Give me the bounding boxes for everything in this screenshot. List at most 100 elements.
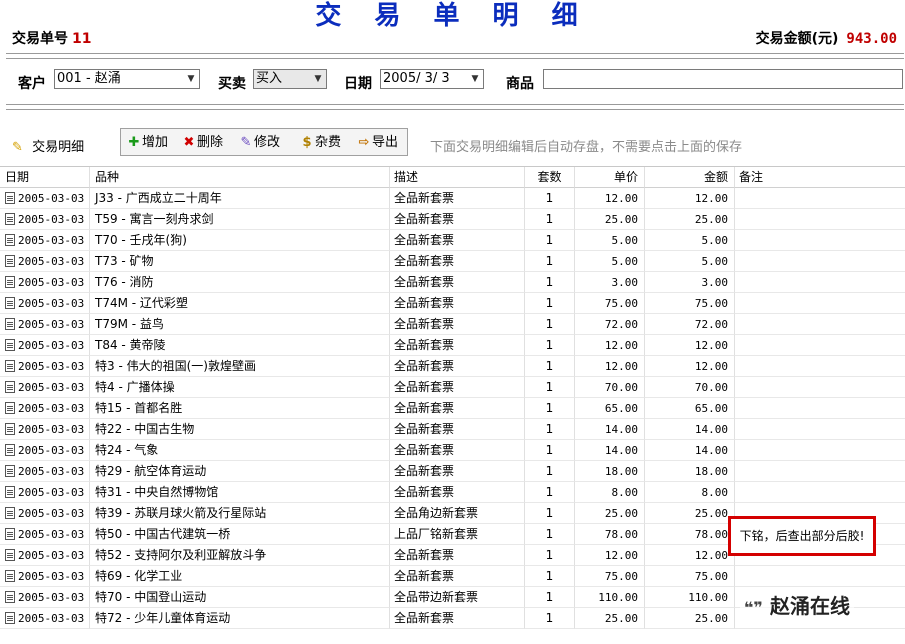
note-cell[interactable] bbox=[735, 398, 905, 419]
unit-price-cell[interactable]: 65.00 bbox=[575, 398, 645, 419]
amount-cell[interactable]: 110.00 bbox=[645, 587, 735, 608]
amount-cell[interactable]: 3.00 bbox=[645, 272, 735, 293]
column-header-amount[interactable]: 金额 bbox=[645, 167, 735, 188]
quantity-cell[interactable]: 1 bbox=[525, 461, 575, 482]
amount-cell[interactable]: 72.00 bbox=[645, 314, 735, 335]
unit-price-cell[interactable]: 12.00 bbox=[575, 335, 645, 356]
table-row[interactable]: 2005-03-03 特4 - 广播体操 全品新套票 1 70.00 70.00 bbox=[0, 377, 905, 398]
amount-cell[interactable]: 25.00 bbox=[645, 503, 735, 524]
unit-price-cell[interactable]: 8.00 bbox=[575, 482, 645, 503]
date-cell[interactable]: 2005-03-03 bbox=[0, 419, 90, 440]
table-row[interactable]: 2005-03-03 特31 - 中央自然博物馆 全品新套票 1 8.00 8.00 bbox=[0, 482, 905, 503]
date-cell[interactable]: 2005-03-03 bbox=[0, 461, 90, 482]
date-cell[interactable]: 2005-03-03 bbox=[0, 335, 90, 356]
description-cell[interactable]: 全品新套票 bbox=[390, 545, 525, 566]
variety-cell[interactable]: 特52 - 支持阿尔及利亚解放斗争 bbox=[90, 545, 390, 566]
amount-cell[interactable]: 5.00 bbox=[645, 230, 735, 251]
unit-price-cell[interactable]: 14.00 bbox=[575, 419, 645, 440]
column-header-quantity[interactable]: 套数 bbox=[525, 167, 575, 188]
quantity-cell[interactable]: 1 bbox=[525, 209, 575, 230]
date-cell[interactable]: 2005-03-03 bbox=[0, 293, 90, 314]
date-cell[interactable]: 2005-03-03 bbox=[0, 587, 90, 608]
unit-price-cell[interactable]: 75.00 bbox=[575, 566, 645, 587]
unit-price-cell[interactable]: 14.00 bbox=[575, 440, 645, 461]
variety-cell[interactable]: J33 - 广西成立二十周年 bbox=[90, 188, 390, 209]
date-cell[interactable]: 2005-03-03 bbox=[0, 482, 90, 503]
note-cell[interactable] bbox=[735, 293, 905, 314]
description-cell[interactable]: 全品新套票 bbox=[390, 272, 525, 293]
table-row[interactable]: 2005-03-03 T70 - 壬戌年(狗) 全品新套票 1 5.00 5.00 bbox=[0, 230, 905, 251]
note-cell[interactable] bbox=[735, 461, 905, 482]
quantity-cell[interactable]: 1 bbox=[525, 293, 575, 314]
note-cell[interactable] bbox=[735, 356, 905, 377]
note-cell[interactable] bbox=[735, 230, 905, 251]
variety-cell[interactable]: 特70 - 中国登山运动 bbox=[90, 587, 390, 608]
variety-cell[interactable]: T73 - 矿物 bbox=[90, 251, 390, 272]
date-cell[interactable]: 2005-03-03 bbox=[0, 398, 90, 419]
quantity-cell[interactable]: 1 bbox=[525, 335, 575, 356]
unit-price-cell[interactable]: 18.00 bbox=[575, 461, 645, 482]
amount-cell[interactable]: 14.00 bbox=[645, 440, 735, 461]
amount-cell[interactable]: 25.00 bbox=[645, 608, 735, 629]
description-cell[interactable]: 全品新套票 bbox=[390, 251, 525, 272]
table-row[interactable]: 2005-03-03 特24 - 气象 全品新套票 1 14.00 14.00 bbox=[0, 440, 905, 461]
column-header-variety[interactable]: 品种 bbox=[90, 167, 390, 188]
amount-cell[interactable]: 75.00 bbox=[645, 293, 735, 314]
note-cell[interactable] bbox=[735, 566, 905, 587]
description-cell[interactable]: 全品新套票 bbox=[390, 209, 525, 230]
misc-fee-button[interactable]: $ 杂费 bbox=[299, 134, 341, 152]
column-header-description[interactable]: 描述 bbox=[390, 167, 525, 188]
column-header-date[interactable]: 日期 bbox=[0, 167, 90, 188]
note-cell[interactable] bbox=[735, 377, 905, 398]
unit-price-cell[interactable]: 70.00 bbox=[575, 377, 645, 398]
quantity-cell[interactable]: 1 bbox=[525, 608, 575, 629]
quantity-cell[interactable]: 1 bbox=[525, 398, 575, 419]
variety-cell[interactable]: 特3 - 伟大的祖国(一)敦煌壁画 bbox=[90, 356, 390, 377]
amount-cell[interactable]: 75.00 bbox=[645, 566, 735, 587]
unit-price-cell[interactable]: 12.00 bbox=[575, 356, 645, 377]
date-cell[interactable]: 2005-03-03 bbox=[0, 545, 90, 566]
table-row[interactable]: 2005-03-03 T76 - 消防 全品新套票 1 3.00 3.00 bbox=[0, 272, 905, 293]
unit-price-cell[interactable]: 5.00 bbox=[575, 230, 645, 251]
table-row[interactable]: 2005-03-03 T73 - 矿物 全品新套票 1 5.00 5.00 bbox=[0, 251, 905, 272]
table-row[interactable]: 2005-03-03 T74M - 辽代彩塑 全品新套票 1 75.00 75.00 bbox=[0, 293, 905, 314]
quantity-cell[interactable]: 1 bbox=[525, 503, 575, 524]
description-cell[interactable]: 全品新套票 bbox=[390, 419, 525, 440]
variety-cell[interactable]: 特22 - 中国古生物 bbox=[90, 419, 390, 440]
date-cell[interactable]: 2005-03-03 bbox=[0, 524, 90, 545]
date-cell[interactable]: 2005-03-03 bbox=[0, 608, 90, 629]
quantity-cell[interactable]: 1 bbox=[525, 251, 575, 272]
quantity-cell[interactable]: 1 bbox=[525, 314, 575, 335]
variety-cell[interactable]: T70 - 壬戌年(狗) bbox=[90, 230, 390, 251]
description-cell[interactable]: 全品新套票 bbox=[390, 356, 525, 377]
note-cell[interactable] bbox=[735, 188, 905, 209]
quantity-cell[interactable]: 1 bbox=[525, 356, 575, 377]
quantity-cell[interactable]: 1 bbox=[525, 230, 575, 251]
quantity-cell[interactable]: 1 bbox=[525, 419, 575, 440]
description-cell[interactable]: 全品新套票 bbox=[390, 608, 525, 629]
amount-cell[interactable]: 8.00 bbox=[645, 482, 735, 503]
unit-price-cell[interactable]: 25.00 bbox=[575, 503, 645, 524]
unit-price-cell[interactable]: 12.00 bbox=[575, 188, 645, 209]
description-cell[interactable]: 全品新套票 bbox=[390, 314, 525, 335]
chevron-down-icon[interactable]: ▼ bbox=[312, 72, 324, 86]
description-cell[interactable]: 全品新套票 bbox=[390, 230, 525, 251]
description-cell[interactable]: 上品厂铭新套票 bbox=[390, 524, 525, 545]
amount-cell[interactable]: 5.00 bbox=[645, 251, 735, 272]
amount-cell[interactable]: 12.00 bbox=[645, 356, 735, 377]
table-row[interactable]: 2005-03-03 T84 - 黄帝陵 全品新套票 1 12.00 12.00 bbox=[0, 335, 905, 356]
trade-type-select[interactable]: 买入 ▼ bbox=[253, 69, 327, 89]
note-cell[interactable] bbox=[735, 482, 905, 503]
unit-price-cell[interactable]: 72.00 bbox=[575, 314, 645, 335]
description-cell[interactable]: 全品带边新套票 bbox=[390, 587, 525, 608]
note-cell[interactable] bbox=[735, 314, 905, 335]
chevron-down-icon[interactable]: ▼ bbox=[469, 72, 481, 86]
quantity-cell[interactable]: 1 bbox=[525, 566, 575, 587]
product-input[interactable] bbox=[543, 69, 903, 89]
description-cell[interactable]: 全品新套票 bbox=[390, 566, 525, 587]
unit-price-cell[interactable]: 110.00 bbox=[575, 587, 645, 608]
table-row[interactable]: 2005-03-03 特29 - 航空体育运动 全品新套票 1 18.00 18.00 bbox=[0, 461, 905, 482]
quantity-cell[interactable]: 1 bbox=[525, 272, 575, 293]
variety-cell[interactable]: 特4 - 广播体操 bbox=[90, 377, 390, 398]
column-header-note[interactable]: 备注 bbox=[735, 167, 905, 188]
